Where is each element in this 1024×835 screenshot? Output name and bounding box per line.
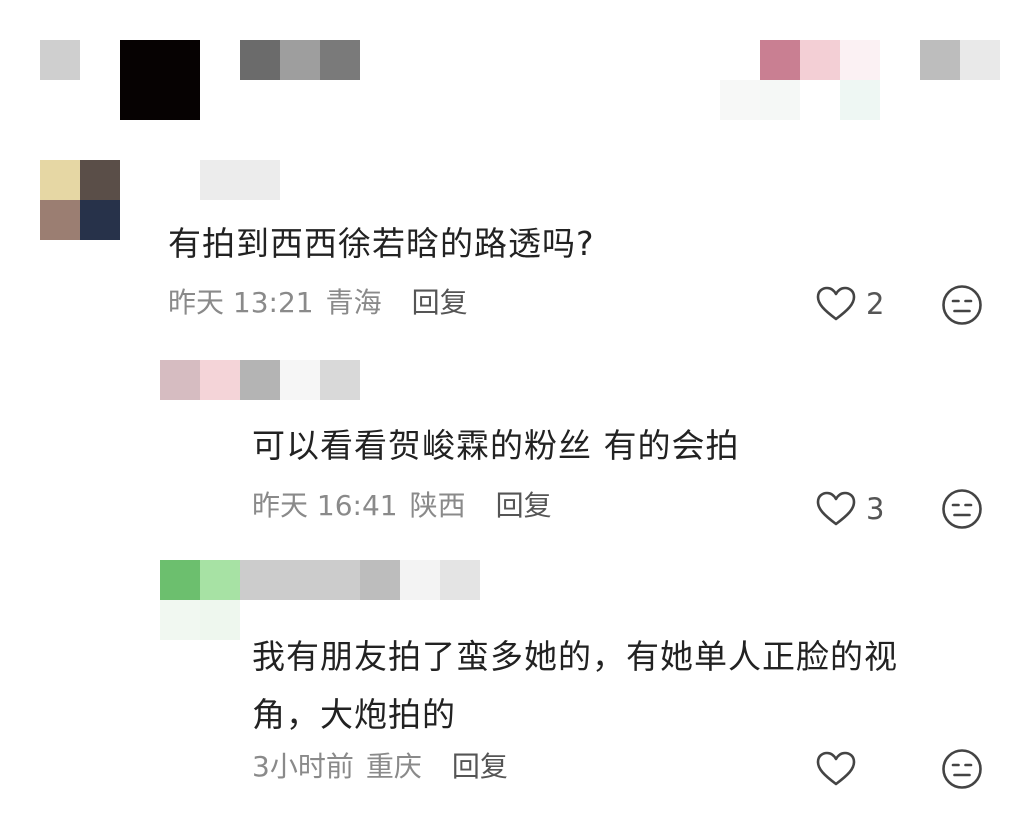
mosaic-block [240,40,280,80]
mosaic-block [760,40,800,80]
comment-text: 有拍到西西徐若晗的路透吗? [168,224,595,263]
heart-outline-icon [816,751,856,786]
mosaic-block [840,40,880,80]
mosaic-block [800,40,840,80]
username-mosaic[interactable] [200,160,280,200]
comment-time: 3小时前 [252,750,354,783]
mosaic-block [920,40,960,80]
like-button[interactable] [816,749,866,789]
like-button[interactable]: 3 [816,489,884,529]
avatar[interactable] [160,560,200,600]
mosaic-block [960,40,1000,80]
username-mosaic [200,600,240,640]
username-mosaic [280,360,320,400]
username-mosaic [440,560,480,600]
comment-meta: 昨天 16:41 陕西 回复 [252,486,552,526]
username-mosaic [160,600,200,640]
username-mosaic [400,560,440,600]
expressionless-face-icon[interactable] [941,488,983,530]
expressionless-face-icon[interactable] [941,748,983,790]
username-mosaic [240,360,280,400]
comment-meta: 3小时前 重庆 回复 [252,747,508,787]
comment-time: 昨天 16:41 [252,489,398,522]
reply-button[interactable]: 回复 [496,486,552,526]
username-mosaic [360,560,400,600]
username-mosaic[interactable] [200,360,240,400]
reply-button[interactable]: 回复 [452,747,508,787]
like-button[interactable]: 2 [816,284,884,324]
comment-meta: 昨天 13:21 青海 回复 [168,283,468,323]
avatar[interactable] [40,160,120,240]
heart-outline-icon [816,286,856,321]
mosaic-avatar [120,40,200,120]
expressionless-face-icon[interactable] [941,284,983,326]
like-count: 3 [866,492,885,526]
heart-outline-icon [816,491,856,526]
mosaic-block [760,80,800,120]
comment-location: 重庆 [365,750,422,783]
comment-location: 陕西 [409,489,466,522]
username-mosaic [320,360,360,400]
avatar[interactable] [160,360,200,400]
comment-time: 昨天 13:21 [168,286,314,319]
reply-button[interactable]: 回复 [412,283,468,323]
mosaic-block [320,40,360,80]
like-count: 2 [866,287,885,321]
comment-location: 青海 [325,286,382,319]
username-mosaic [240,560,360,600]
mosaic-block [720,80,760,120]
comment-text: 可以看看贺峻霖的粉丝 有的会拍 [252,426,740,465]
comment-text: 我有朋友拍了蛮多她的，有她单人正脸的视 角，大炮拍的 [252,637,898,734]
mosaic-block [840,80,880,120]
username-mosaic[interactable] [200,560,240,600]
mosaic-block [280,40,320,80]
mosaic-block [40,40,80,80]
